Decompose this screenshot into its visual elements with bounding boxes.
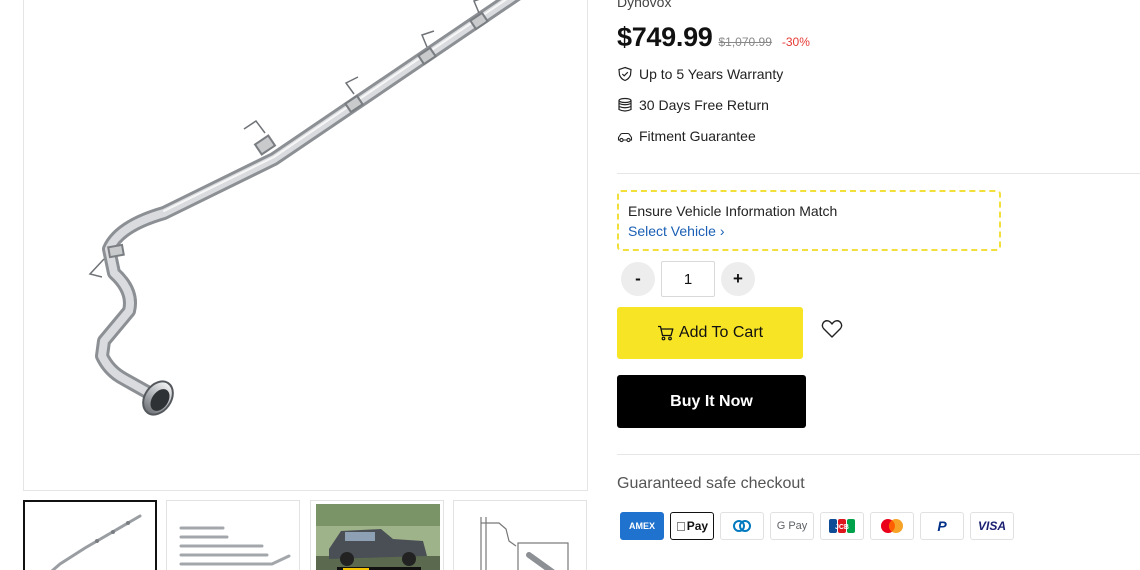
price-row: $749.99 $1,070.99 -30% bbox=[617, 22, 810, 53]
car-icon bbox=[617, 132, 633, 143]
thumbnail-4[interactable] bbox=[453, 500, 587, 570]
section-divider bbox=[617, 173, 1140, 174]
vehicle-match-title: Ensure Vehicle Information Match bbox=[628, 203, 838, 219]
thumbnail-strip bbox=[23, 500, 588, 570]
thumbnail-1[interactable] bbox=[23, 500, 157, 570]
perk-fitment: Fitment Guarantee bbox=[617, 128, 756, 144]
brand-name: Dynovox bbox=[617, 0, 672, 10]
cart-icon bbox=[657, 325, 674, 341]
amex-icon: AMEX bbox=[620, 512, 664, 540]
vehicle-match-box: Ensure Vehicle Information Match Select … bbox=[617, 190, 1001, 251]
truck-thumb-icon bbox=[316, 504, 440, 570]
section-divider-2 bbox=[617, 454, 1140, 455]
paypal-icon: P bbox=[920, 512, 964, 540]
thumbnail-3[interactable] bbox=[310, 500, 444, 570]
jcb-label: JCB bbox=[835, 524, 849, 531]
perk-label-warranty: Up to 5 Years Warranty bbox=[639, 66, 784, 82]
jcb-icon: JCB bbox=[820, 512, 864, 540]
quantity-input[interactable] bbox=[661, 261, 715, 297]
google-pay-icon: G Pay bbox=[770, 512, 814, 540]
wishlist-button[interactable] bbox=[821, 319, 843, 344]
mastercard-icon bbox=[870, 512, 914, 540]
add-to-cart-label: Add To Cart bbox=[678, 324, 764, 341]
buy-it-now-button[interactable]: Buy It Now bbox=[617, 375, 806, 428]
apple-pay-label: Pay bbox=[681, 519, 708, 533]
visa-icon: VISA bbox=[970, 512, 1014, 540]
database-icon bbox=[618, 97, 632, 112]
compare-at-price: $1,070.99 bbox=[718, 35, 772, 49]
heart-icon bbox=[821, 320, 843, 338]
diagram-thumb-icon bbox=[480, 517, 569, 570]
select-vehicle-link[interactable]: Select Vehicle › bbox=[628, 222, 725, 240]
pipe-parts-thumb-icon bbox=[179, 526, 291, 566]
quantity-decrease-button[interactable]: - bbox=[621, 262, 655, 296]
quantity-stepper: - + bbox=[621, 261, 755, 297]
quantity-increase-button[interactable]: + bbox=[721, 262, 755, 296]
exhaust-pipe-image bbox=[88, 0, 521, 416]
perk-label-fitment: Fitment Guarantee bbox=[639, 128, 756, 144]
main-product-image[interactable] bbox=[23, 0, 588, 491]
discount-badge: -30% bbox=[781, 35, 810, 49]
shield-check-icon bbox=[618, 66, 632, 82]
apple-pay-icon: Pay bbox=[670, 512, 714, 540]
add-to-cart-button[interactable]: Add To Cart bbox=[617, 307, 803, 359]
thumbnail-2[interactable] bbox=[166, 500, 300, 570]
perk-label-return: 30 Days Free Return bbox=[639, 97, 769, 113]
safe-checkout-title: Guaranteed safe checkout bbox=[617, 475, 805, 492]
payment-methods: AMEX Pay G Pay JCB P VISA bbox=[620, 512, 1014, 540]
perk-return: 30 Days Free Return bbox=[617, 97, 769, 113]
diners-club-icon bbox=[720, 512, 764, 540]
exhaust-thumb-icon bbox=[50, 514, 142, 570]
perk-warranty: Up to 5 Years Warranty bbox=[617, 66, 783, 82]
current-price: $749.99 bbox=[617, 22, 713, 52]
